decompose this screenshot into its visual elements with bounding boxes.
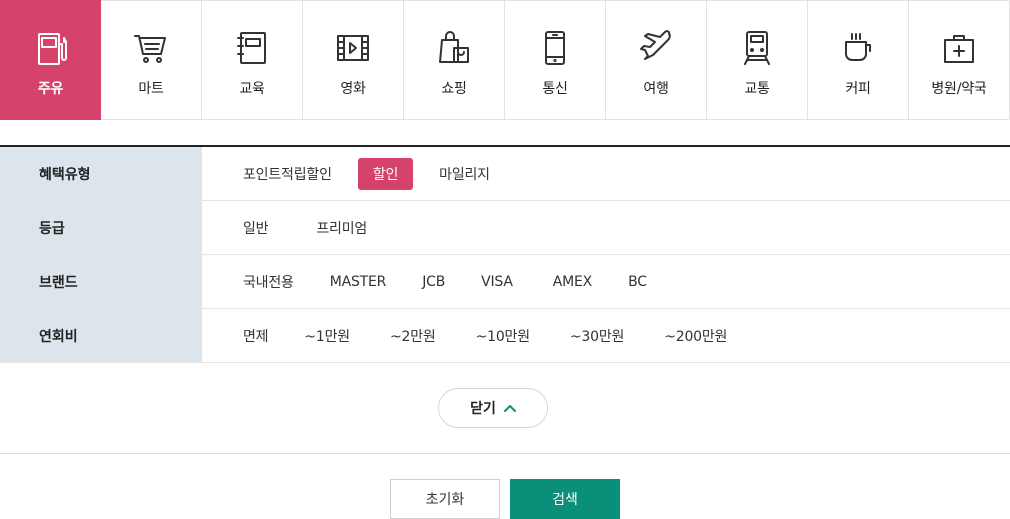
filter-options-fee: 면제 ~1만원 ~2만원 ~10만원 ~30만원 ~200만원	[202, 309, 1010, 362]
category-transport[interactable]: 교통	[707, 0, 808, 120]
category-mart[interactable]: 마트	[101, 0, 202, 120]
filter-label-fee: 연회비	[0, 309, 202, 362]
option-point-discount[interactable]: 포인트적립할인	[233, 158, 342, 190]
airplane-icon	[636, 28, 676, 68]
option-fee-10[interactable]: ~10만원	[466, 320, 540, 352]
filter-row-fee: 연회비 면제 ~1만원 ~2만원 ~10만원 ~30만원 ~200만원	[0, 309, 1010, 363]
category-telecom[interactable]: 통신	[505, 0, 606, 120]
option-domestic[interactable]: 국내전용	[233, 266, 304, 298]
filter-label-benefit: 혜택유형	[0, 147, 202, 200]
option-fee-2[interactable]: ~2만원	[380, 320, 446, 352]
option-visa[interactable]: VISA	[471, 268, 523, 296]
category-hospital[interactable]: 병원/약국	[909, 0, 1010, 120]
reset-button[interactable]: 초기화	[390, 479, 500, 519]
first-aid-kit-icon	[939, 28, 979, 68]
category-gas[interactable]: 주유	[0, 0, 101, 120]
category-travel[interactable]: 여행	[606, 0, 707, 120]
option-discount[interactable]: 할인	[357, 157, 414, 190]
category-label: 쇼핑	[441, 81, 467, 97]
filter-table: 혜택유형 포인트적립할인 할인 마일리지 등급 일반 프리미엄 브랜드 국내전용…	[0, 145, 1010, 363]
category-label: 마트	[138, 81, 164, 97]
category-movie[interactable]: 영화	[303, 0, 404, 120]
coffee-cup-icon	[838, 28, 878, 68]
gas-station-icon	[31, 28, 71, 68]
filter-label-brand: 브랜드	[0, 255, 202, 308]
option-amex[interactable]: AMEX	[543, 268, 602, 296]
option-general[interactable]: 일반	[233, 212, 278, 244]
filter-label-grade: 등급	[0, 201, 202, 254]
option-master[interactable]: MASTER	[320, 268, 396, 296]
filter-options-brand: 국내전용 MASTER JCB VISA AMEX BC	[202, 255, 1010, 308]
option-premium[interactable]: 프리미엄	[306, 212, 377, 244]
category-label: 교통	[744, 81, 770, 97]
category-coffee[interactable]: 커피	[808, 0, 909, 120]
category-label: 병원/약국	[931, 81, 987, 97]
option-bc[interactable]: BC	[618, 268, 657, 296]
option-fee-free[interactable]: 면제	[233, 320, 278, 352]
shopping-cart-icon	[131, 28, 171, 68]
category-label: 교육	[239, 81, 265, 97]
shopping-bag-icon	[434, 28, 474, 68]
filter-row-grade: 등급 일반 프리미엄	[0, 201, 1010, 255]
train-icon	[737, 28, 777, 68]
close-section: 닫기	[0, 363, 1010, 454]
filter-row-benefit: 혜택유형 포인트적립할인 할인 마일리지	[0, 147, 1010, 201]
category-shopping[interactable]: 쇼핑	[404, 0, 505, 120]
category-tabs: 주유 마트 교육 영화 쇼핑 통신 여행 교통 커피 병원/약국	[0, 0, 1010, 120]
filter-row-brand: 브랜드 국내전용 MASTER JCB VISA AMEX BC	[0, 255, 1010, 309]
category-label: 영화	[340, 81, 366, 97]
category-label: 커피	[845, 81, 871, 97]
notebook-icon	[232, 28, 272, 68]
close-button[interactable]: 닫기	[438, 388, 548, 428]
category-label: 통신	[542, 81, 568, 97]
category-education[interactable]: 교육	[202, 0, 303, 120]
smartphone-icon	[535, 28, 575, 68]
category-label: 여행	[643, 81, 669, 97]
category-label: 주유	[37, 81, 64, 97]
filter-options-benefit: 포인트적립할인 할인 마일리지	[202, 147, 1010, 200]
chevron-up-icon	[503, 405, 516, 412]
search-button[interactable]: 검색	[510, 479, 620, 519]
option-fee-200[interactable]: ~200만원	[654, 320, 737, 352]
option-fee-30[interactable]: ~30만원	[560, 320, 634, 352]
option-jcb[interactable]: JCB	[412, 268, 455, 296]
film-icon	[333, 28, 373, 68]
filter-options-grade: 일반 프리미엄	[202, 201, 1010, 254]
option-fee-1[interactable]: ~1만원	[294, 320, 360, 352]
option-mileage[interactable]: 마일리지	[429, 158, 500, 190]
close-label: 닫기	[470, 401, 496, 417]
